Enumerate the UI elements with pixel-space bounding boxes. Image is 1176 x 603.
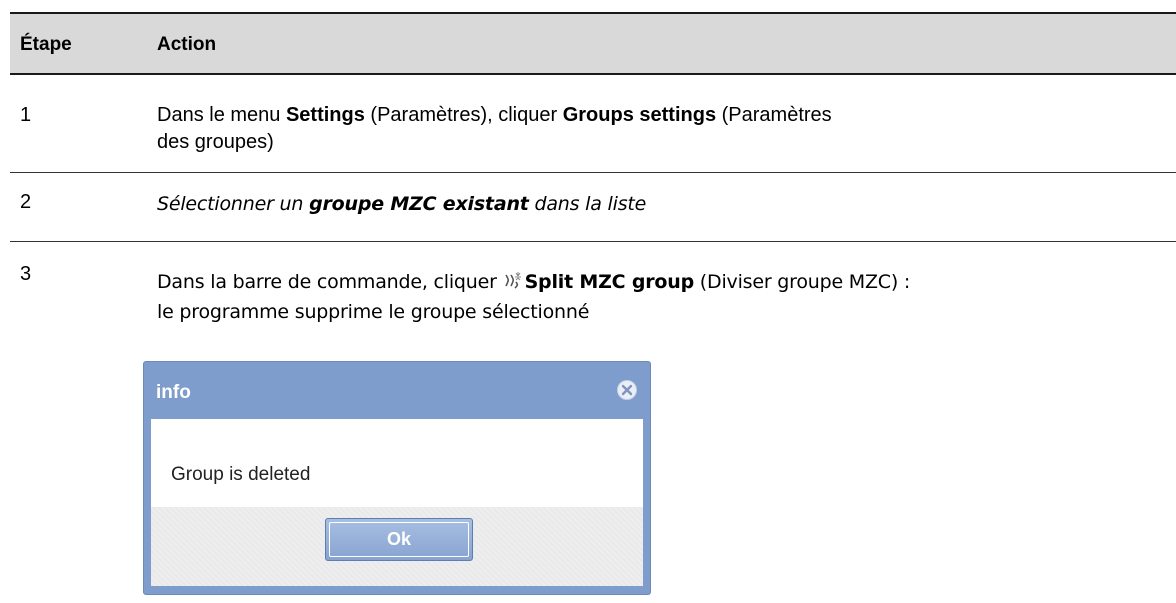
step-action: Sélectionner un groupe MZC existant dans… xyxy=(157,190,646,219)
emphasis-text: groupe MZC existant xyxy=(309,193,529,215)
ok-button[interactable]: Ok xyxy=(325,518,473,561)
header-action: Action xyxy=(157,34,217,55)
action-text: dans la liste xyxy=(528,193,647,215)
action-text: Sélectionner un xyxy=(157,193,310,215)
header-bottom-rule xyxy=(10,73,1176,75)
table-header-row: Étape Action xyxy=(10,14,1176,74)
split-icon xyxy=(504,272,521,289)
menu-name: Settings xyxy=(285,104,365,126)
action-text: Dans la barre de commande, cliquer xyxy=(157,271,503,293)
step-number: 3 xyxy=(20,263,32,285)
step-action: Dans la barre de commande, cliquer Split… xyxy=(157,268,1167,327)
header-step: Étape xyxy=(20,34,72,55)
ok-button-label: Ok xyxy=(386,529,411,549)
action-text: des groupes) xyxy=(157,131,274,153)
action-text: (Paramètres), cliquer xyxy=(364,104,563,126)
command-name: Split MZC group xyxy=(524,271,695,293)
action-text: Dans le menu xyxy=(157,104,286,126)
dialog-title: info xyxy=(156,382,191,403)
row-divider xyxy=(10,172,1176,173)
action-text: (Paramètres xyxy=(716,104,832,126)
close-icon[interactable] xyxy=(616,379,638,401)
menu-item-name: Groups settings xyxy=(562,104,717,126)
action-text: (Diviser groupe MZC) : xyxy=(693,271,911,293)
dialog-message: Group is deleted xyxy=(171,464,311,485)
step-number: 1 xyxy=(20,104,32,126)
row-divider xyxy=(10,241,1176,242)
step-number: 2 xyxy=(20,191,32,213)
action-text: le programme supprime le groupe sélectio… xyxy=(157,301,590,323)
dialog-footer: Ok xyxy=(151,507,643,586)
dialog-body: Group is deleted xyxy=(151,419,643,507)
step-action: Dans le menu Settings (Paramètres), cliq… xyxy=(157,102,1167,156)
info-dialog: info Group is deleted Ok xyxy=(143,361,651,595)
